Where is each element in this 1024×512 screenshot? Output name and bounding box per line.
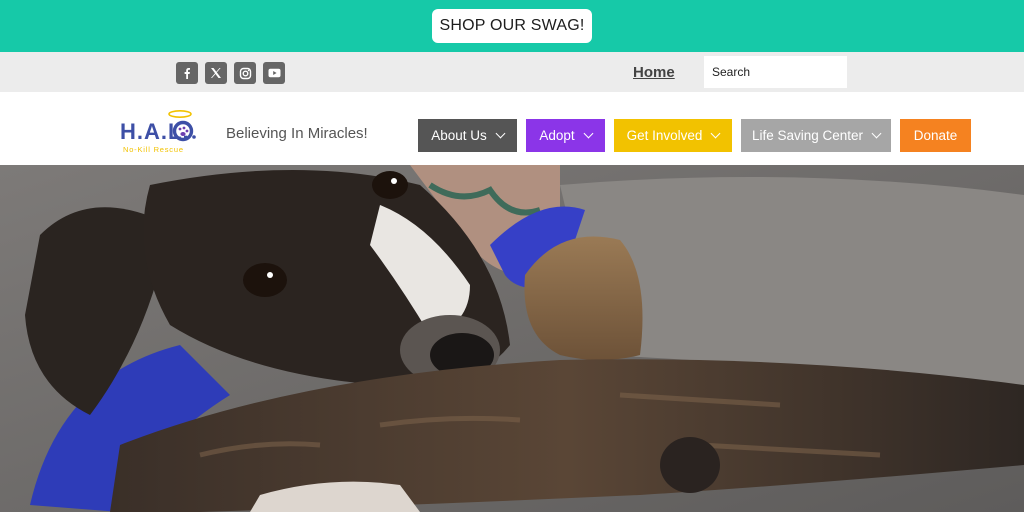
site-tagline: Believing In Miracles!	[226, 125, 368, 142]
home-link[interactable]: Home	[633, 64, 675, 81]
svg-text:No-Kill Rescue: No-Kill Rescue	[123, 145, 184, 154]
hero-dog-photo	[0, 165, 1024, 512]
halo-logo[interactable]: H.A.L. No-Kill Rescue	[108, 100, 200, 156]
utility-bar: Home	[0, 52, 1024, 92]
nav-adopt-label: Adopt	[539, 128, 575, 143]
shop-swag-button[interactable]: SHOP OUR SWAG!	[432, 9, 592, 43]
x-icon[interactable]	[205, 62, 227, 84]
chevron-down-icon	[871, 128, 882, 139]
search-input[interactable]	[704, 56, 847, 88]
facebook-icon[interactable]	[176, 62, 198, 84]
chevron-down-icon	[583, 128, 594, 139]
donate-button[interactable]: Donate	[900, 119, 971, 152]
promo-bar: SHOP OUR SWAG!	[0, 0, 1024, 52]
nav-adopt[interactable]: Adopt	[526, 119, 605, 152]
youtube-icon[interactable]	[263, 62, 285, 84]
chevron-down-icon	[495, 128, 506, 139]
nav-about-us-label: About Us	[431, 128, 487, 143]
nav-get-involved-label: Get Involved	[626, 128, 703, 143]
nav-get-involved[interactable]: Get Involved	[614, 119, 732, 152]
nav-life-saving-center-label: Life Saving Center	[751, 128, 864, 143]
instagram-icon[interactable]	[234, 62, 256, 84]
nav-about-us[interactable]: About Us	[418, 119, 517, 152]
chevron-down-icon	[710, 128, 721, 139]
site-header: H.A.L. No-Kill Rescue Believing In Mirac…	[0, 92, 1024, 165]
nav-life-saving-center[interactable]: Life Saving Center	[741, 119, 891, 152]
donate-label: Donate	[913, 128, 958, 143]
